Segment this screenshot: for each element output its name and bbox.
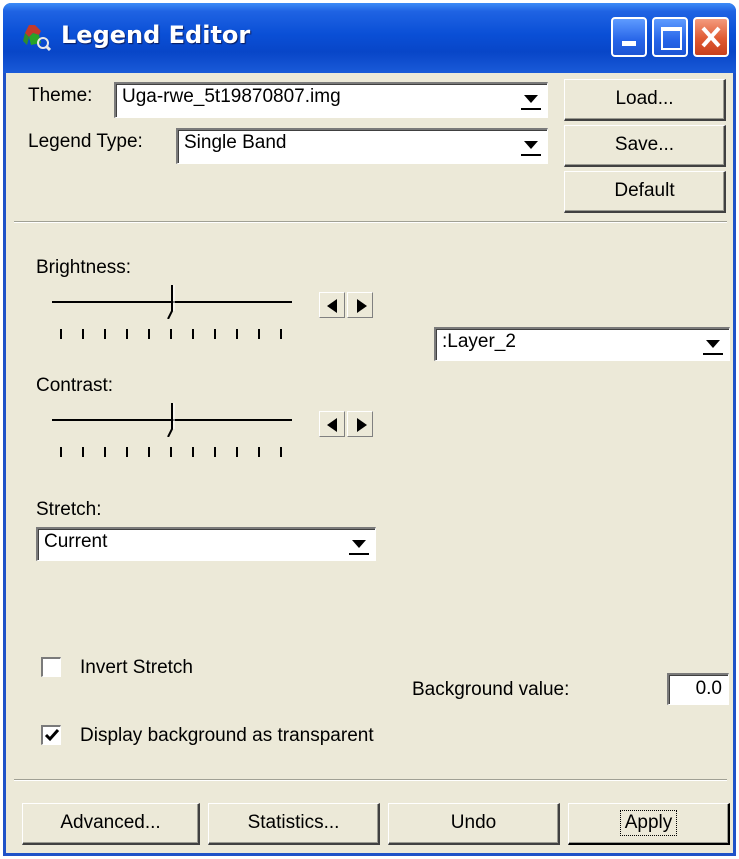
- slider-tick: [192, 329, 194, 339]
- slider-tick: [170, 447, 172, 457]
- contrast-increase-button[interactable]: [347, 411, 373, 437]
- stretch-dropdown-value: Current: [44, 531, 108, 552]
- close-button[interactable]: [693, 17, 729, 57]
- slider-tick: [192, 447, 194, 457]
- arrow-right-icon: [357, 418, 367, 432]
- contrast-slider[interactable]: [52, 403, 302, 467]
- slider-tick: [280, 447, 282, 457]
- load-button[interactable]: Load...: [564, 79, 726, 121]
- slider-tick: [104, 329, 106, 339]
- checkmark-icon: [44, 729, 60, 742]
- maximize-icon: [661, 27, 682, 50]
- slider-tick: [60, 329, 62, 339]
- brightness-slider[interactable]: [52, 285, 302, 349]
- background-value-label: Background value:: [412, 679, 570, 700]
- save-button-label: Save...: [614, 134, 675, 155]
- slider-tick: [258, 447, 260, 457]
- contrast-label: Contrast:: [36, 375, 114, 396]
- stretch-dropdown[interactable]: Current: [36, 527, 376, 561]
- close-icon: [701, 26, 721, 48]
- slider-tick: [258, 329, 260, 339]
- theme-dropdown-value: Uga-rwe_5t19870807.img: [122, 86, 341, 107]
- stretch-label: Stretch:: [36, 499, 102, 520]
- minimize-button[interactable]: [611, 17, 647, 57]
- undo-button[interactable]: Undo: [388, 803, 560, 845]
- default-button-label: Default: [614, 180, 675, 201]
- brightness-slider-thumb[interactable]: [164, 285, 184, 319]
- slider-tick: [236, 447, 238, 457]
- theme-dropdown[interactable]: Uga-rwe_5t19870807.img: [114, 82, 548, 118]
- chevron-down-icon[interactable]: [703, 337, 723, 355]
- contrast-step-buttons: [319, 411, 373, 437]
- display-transparent-checkbox[interactable]: [41, 725, 61, 745]
- slider-tick: [214, 329, 216, 339]
- slider-tick: [280, 329, 282, 339]
- brightness-increase-button[interactable]: [347, 292, 373, 318]
- arrow-left-icon: [327, 418, 337, 432]
- brightness-decrease-button[interactable]: [319, 292, 345, 318]
- slider-tick: [82, 447, 84, 457]
- layer-dropdown[interactable]: :Layer_2: [434, 327, 730, 361]
- legend-editor-app-icon: [23, 25, 51, 51]
- slider-tick: [104, 447, 106, 457]
- apply-button[interactable]: Apply: [568, 803, 730, 845]
- apply-button-label: Apply: [619, 810, 678, 836]
- contrast-slider-ticks: [60, 447, 300, 459]
- invert-stretch-checkbox[interactable]: [41, 657, 61, 677]
- slider-tick: [214, 447, 216, 457]
- statistics-button-label: Statistics...: [247, 812, 340, 833]
- legend-editor-window: Legend Editor Theme: Uga-rwe_5t19870807.…: [3, 3, 736, 856]
- legend-type-label: Legend Type:: [28, 131, 143, 152]
- slider-tick: [148, 329, 150, 339]
- load-button-label: Load...: [615, 88, 674, 109]
- window-title: Legend Editor: [61, 21, 251, 49]
- display-transparent-label: Display background as transparent: [80, 725, 374, 746]
- layer-dropdown-value: :Layer_2: [442, 331, 516, 352]
- chevron-down-icon[interactable]: [521, 92, 541, 110]
- chevron-down-icon[interactable]: [349, 537, 369, 555]
- brightness-label: Brightness:: [36, 257, 132, 278]
- slider-tick: [170, 329, 172, 339]
- statistics-button[interactable]: Statistics...: [208, 803, 380, 845]
- legend-type-dropdown[interactable]: Single Band: [176, 128, 548, 164]
- save-button[interactable]: Save...: [564, 125, 726, 167]
- undo-button-label: Undo: [450, 812, 497, 833]
- maximize-button[interactable]: [652, 17, 688, 57]
- bottom-separator: [14, 779, 727, 781]
- brightness-step-buttons: [319, 292, 373, 318]
- legend-type-dropdown-value: Single Band: [184, 132, 287, 153]
- contrast-decrease-button[interactable]: [319, 411, 345, 437]
- slider-tick: [60, 447, 62, 457]
- minimize-icon: [622, 41, 636, 46]
- slider-tick: [126, 329, 128, 339]
- background-value-text: 0.0: [695, 678, 722, 699]
- slider-tick: [126, 447, 128, 457]
- arrow-right-icon: [357, 299, 367, 313]
- top-separator: [14, 221, 727, 223]
- slider-tick: [82, 329, 84, 339]
- arrow-left-icon: [327, 299, 337, 313]
- contrast-slider-thumb[interactable]: [164, 403, 184, 437]
- background-value-input[interactable]: 0.0: [667, 673, 729, 705]
- chevron-down-icon[interactable]: [521, 138, 541, 156]
- invert-stretch-label: Invert Stretch: [80, 657, 193, 678]
- default-button[interactable]: Default: [564, 171, 726, 213]
- title-bar[interactable]: Legend Editor: [3, 3, 736, 73]
- advanced-button-label: Advanced...: [60, 812, 161, 833]
- slider-tick: [236, 329, 238, 339]
- brightness-slider-ticks: [60, 329, 300, 341]
- advanced-button[interactable]: Advanced...: [22, 803, 200, 845]
- slider-tick: [148, 447, 150, 457]
- theme-label: Theme:: [28, 85, 93, 106]
